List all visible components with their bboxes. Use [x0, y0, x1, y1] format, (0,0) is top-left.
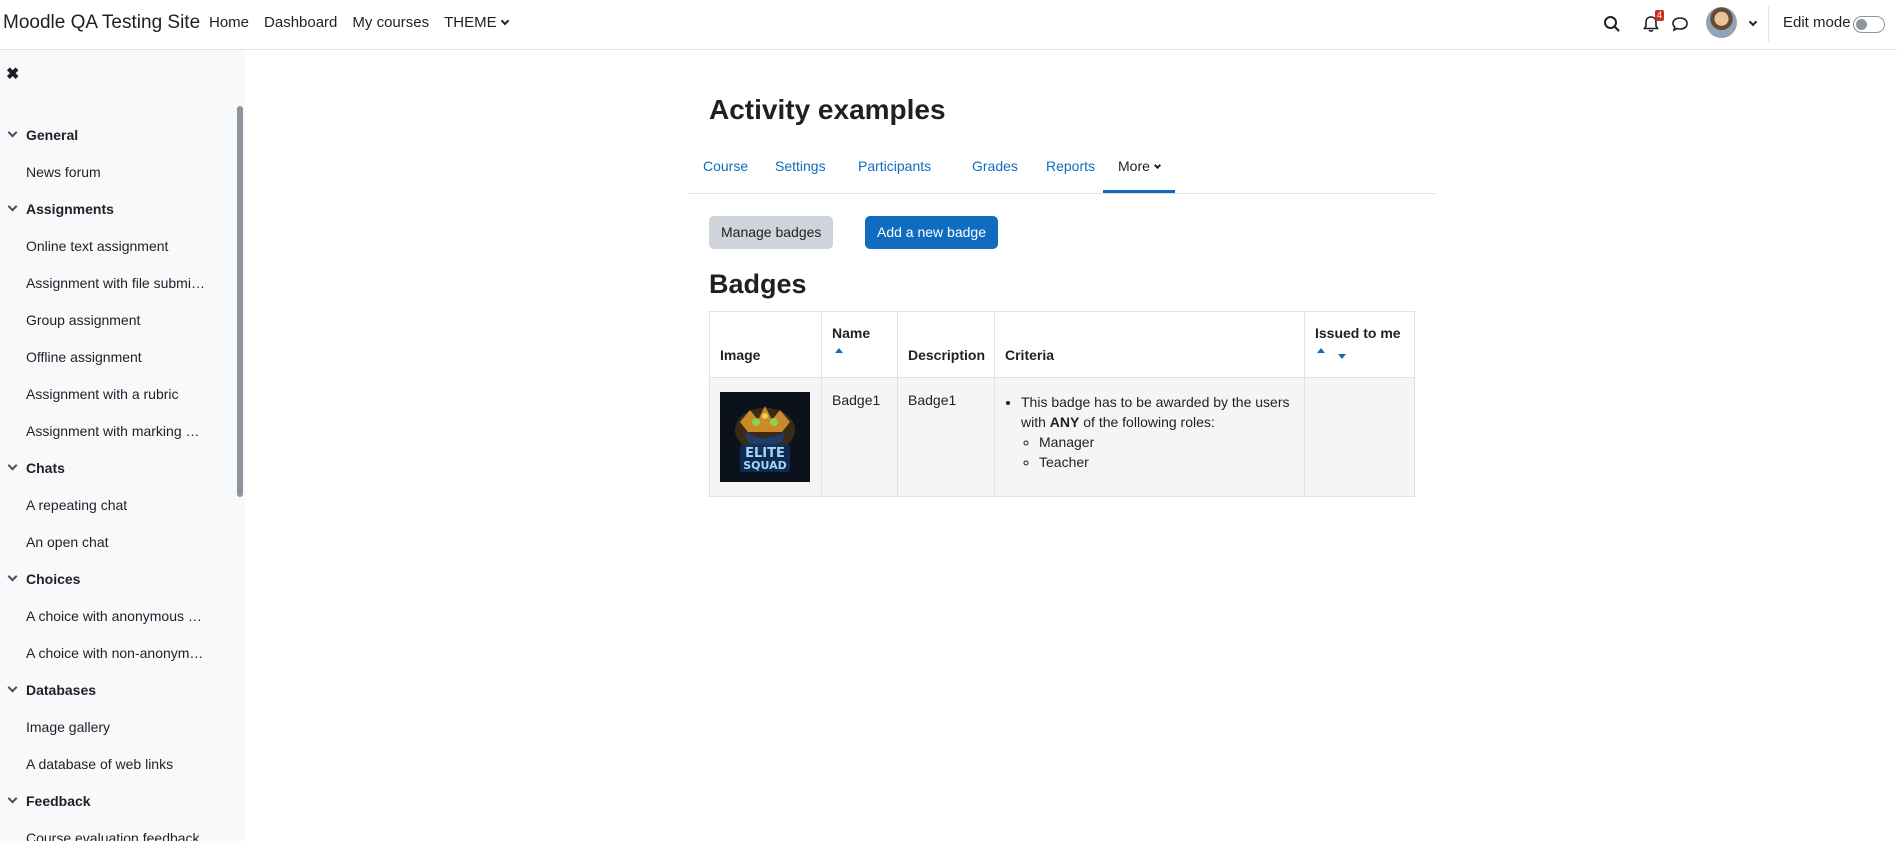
header-image-label: Image — [720, 347, 761, 363]
chevron-down-icon[interactable] — [7, 201, 18, 212]
course-index-item[interactable]: Assignment with file submi… — [0, 264, 236, 301]
course-section-title[interactable]: Choices — [26, 571, 80, 587]
sort-ascending-icon[interactable] — [1317, 348, 1325, 353]
criteria-item: This badge has to be awarded by the user… — [1021, 392, 1294, 472]
course-index-item[interactable]: News forum — [0, 153, 236, 190]
course-index-item[interactable]: Course evaluation feedback — [0, 819, 236, 841]
course-section-feedback[interactable]: Feedback — [0, 782, 236, 819]
close-icon[interactable]: ✖ — [6, 64, 19, 84]
site-name[interactable]: Moodle QA Testing Site — [3, 12, 200, 34]
course-section-title[interactable]: Databases — [26, 682, 96, 698]
course-index-item[interactable]: Group assignment — [0, 301, 236, 338]
svg-text:SQUAD: SQUAD — [743, 459, 787, 472]
drawer-scrollbar[interactable] — [237, 106, 243, 497]
roles-list: Manager Teacher — [1021, 432, 1294, 472]
header-name[interactable]: Name — [821, 311, 898, 378]
secondary-navigation: Course Settings Participants Grades Repo… — [688, 140, 1436, 194]
edit-mode-toggle[interactable] — [1853, 16, 1885, 33]
chat-icon[interactable] — [1669, 13, 1691, 35]
course-index-drawer: ✖ General News forum Assignments Online tex… — [0, 50, 245, 841]
chevron-down-icon[interactable] — [7, 127, 18, 138]
chevron-down-icon[interactable] — [7, 460, 18, 471]
course-index-item[interactable]: Assignment with a rubric — [0, 375, 236, 412]
badges-table: Image Name Description Criteria Issued t… — [709, 311, 1415, 497]
page-title: Activity examples — [709, 94, 946, 125]
course-index-item[interactable]: A choice with anonymous … — [0, 597, 236, 634]
tab-grades[interactable]: Grades — [972, 140, 1018, 193]
navbar-divider — [1768, 6, 1769, 42]
course-index: General News forum Assignments Online text … — [0, 116, 236, 841]
role-item: Manager — [1039, 432, 1294, 452]
nav-dashboard[interactable]: Dashboard — [264, 14, 337, 31]
nav-theme-label: THEME — [444, 14, 497, 31]
edit-mode-label: Edit mode — [1783, 14, 1851, 31]
user-avatar[interactable] — [1706, 7, 1737, 38]
badge-artwork: ELITE SQUAD — [720, 392, 810, 482]
badges-heading: Badges — [709, 269, 807, 299]
course-index-item[interactable]: Online text assignment — [0, 227, 236, 264]
cell-issued-to-me — [1304, 377, 1415, 497]
course-section-title[interactable]: Feedback — [26, 793, 91, 809]
chevron-down-icon[interactable] — [1748, 17, 1758, 27]
table-row: ELITE SQUAD Badge1 Badge1 This badge has… — [709, 377, 1415, 497]
cell-name[interactable]: Badge1 — [821, 377, 898, 497]
chevron-down-icon[interactable] — [7, 793, 18, 804]
header-name-label[interactable]: Name — [832, 325, 870, 341]
role-item: Teacher — [1039, 452, 1294, 472]
course-index-item[interactable]: Image gallery — [0, 708, 236, 745]
toggle-knob — [1856, 19, 1867, 30]
nav-home[interactable]: Home — [209, 14, 249, 31]
tab-reports[interactable]: Reports — [1046, 140, 1095, 193]
primary-navigation: Home Dashboard My courses THEME — [209, 14, 523, 31]
tab-participants[interactable]: Participants — [858, 140, 931, 193]
chevron-down-icon[interactable] — [7, 571, 18, 582]
tab-more-label: More — [1118, 158, 1150, 174]
notification-count-badge: 4 — [1655, 10, 1664, 21]
chevron-down-icon — [1153, 161, 1161, 170]
navbar: Moodle QA Testing Site Home Dashboard My… — [0, 0, 1897, 50]
search-icon[interactable] — [1601, 13, 1623, 35]
course-section-assignments[interactable]: Assignments — [0, 190, 236, 227]
chevron-down-icon — [500, 16, 509, 26]
manage-badges-button[interactable]: Manage badges — [709, 216, 834, 249]
course-index-item[interactable]: Assignment with marking … — [0, 412, 236, 449]
header-description-label: Description — [908, 347, 986, 363]
table-header-row: Image Name Description Criteria Issued t… — [709, 311, 1415, 378]
badge-image[interactable]: ELITE SQUAD — [720, 392, 810, 482]
header-issued-label[interactable]: Issued to me — [1315, 325, 1401, 341]
cell-criteria: This badge has to be awarded by the user… — [994, 377, 1305, 497]
sort-ascending-icon — [835, 348, 843, 353]
tab-course[interactable]: Course — [703, 140, 748, 193]
criteria-suffix: of the following roles: — [1079, 414, 1215, 430]
main-region: Activity examples Course Settings Partic… — [245, 50, 1897, 841]
header-description: Description — [897, 311, 995, 378]
header-image: Image — [709, 311, 822, 378]
course-index-item[interactable]: An open chat — [0, 523, 236, 560]
course-section-title[interactable]: Assignments — [26, 201, 114, 217]
criteria-any: ANY — [1049, 414, 1080, 430]
sort-descending-icon[interactable] — [1338, 354, 1346, 359]
cell-image: ELITE SQUAD — [709, 377, 822, 497]
course-section-chats[interactable]: Chats — [0, 449, 236, 486]
course-index-item[interactable]: A database of web links — [0, 745, 236, 782]
nav-my-courses[interactable]: My courses — [352, 14, 429, 31]
header-criteria: Criteria — [994, 311, 1305, 378]
course-index-item[interactable]: A choice with non-anonym… — [0, 634, 236, 671]
cell-description: Badge1 — [897, 377, 995, 497]
course-section-general[interactable]: General — [0, 116, 236, 153]
course-section-databases[interactable]: Databases — [0, 671, 236, 708]
chevron-down-icon[interactable] — [7, 682, 18, 693]
criteria-list: This badge has to be awarded by the user… — [1005, 392, 1294, 472]
header-criteria-label: Criteria — [1005, 347, 1055, 363]
tab-more[interactable]: More — [1103, 140, 1175, 193]
course-section-title[interactable]: General — [26, 127, 78, 143]
add-new-badge-button[interactable]: Add a new badge — [865, 216, 998, 249]
course-index-item[interactable]: Offline assignment — [0, 338, 236, 375]
nav-theme[interactable]: THEME — [444, 14, 509, 31]
course-section-choices[interactable]: Choices — [0, 560, 236, 597]
tab-settings[interactable]: Settings — [775, 140, 826, 193]
course-section-title[interactable]: Chats — [26, 460, 65, 476]
header-issued-to-me[interactable]: Issued to me — [1304, 311, 1415, 378]
course-index-item[interactable]: A repeating chat — [0, 486, 236, 523]
